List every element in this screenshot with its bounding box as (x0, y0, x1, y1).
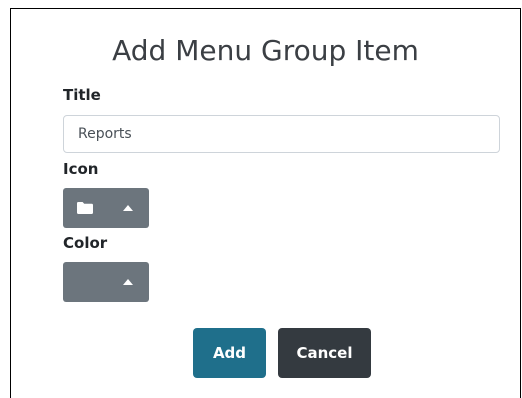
title-label: Title (63, 86, 101, 104)
dialog-title: Add Menu Group Item (112, 34, 419, 67)
dialog: Add Menu Group Item Title Icon Color Add… (10, 8, 521, 398)
add-button[interactable]: Add (193, 328, 266, 378)
cancel-button[interactable]: Cancel (278, 328, 371, 378)
title-input[interactable] (63, 115, 500, 153)
color-label: Color (63, 234, 108, 252)
icon-picker-button[interactable] (63, 188, 149, 228)
caret-up-icon (123, 279, 133, 285)
caret-up-icon (123, 205, 133, 211)
color-picker-button[interactable] (63, 262, 149, 302)
folder-icon (77, 202, 93, 214)
icon-label: Icon (63, 160, 99, 178)
